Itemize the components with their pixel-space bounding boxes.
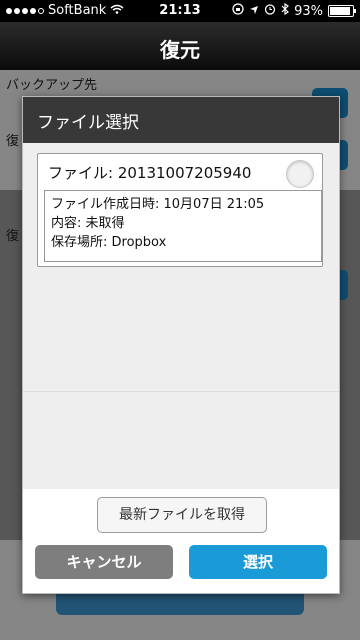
location-arrow-icon	[249, 4, 259, 19]
status-bar: SoftBank 21:13 93%	[0, 0, 360, 22]
file-storage-location: 保存場所: Dropbox	[51, 235, 167, 250]
battery-icon	[328, 5, 356, 17]
navigation-bar: 復元	[0, 22, 360, 70]
bluetooth-icon	[281, 2, 290, 19]
file-list-item[interactable]: ファイル: 20131007205940 ファイル作成日時: 10月07日 21…	[37, 153, 323, 267]
file-select-dialog: ファイル選択 ファイル: 20131007205940 ファイル作成日時: 10…	[22, 96, 340, 594]
select-button[interactable]: 選択	[189, 545, 327, 579]
battery-percent: 93%	[294, 3, 323, 19]
alarm-clock-icon	[264, 3, 276, 19]
status-right: 93%	[232, 2, 356, 19]
dialog-header: ファイル選択	[23, 97, 339, 143]
file-name: ファイル: 20131007205940	[48, 164, 252, 182]
file-details: ファイル作成日時: 10月07日 21:05 内容: 未取得 保存場所: Dro…	[44, 190, 322, 262]
list-divider	[23, 391, 339, 392]
page-title: 復元	[160, 38, 200, 62]
dialog-title: ファイル選択	[37, 112, 139, 133]
cancel-button[interactable]: キャンセル	[35, 545, 173, 579]
file-content-status: 内容: 未取得	[51, 216, 125, 231]
lock-rotation-icon	[232, 3, 244, 19]
file-radio-button[interactable]	[286, 160, 314, 188]
fetch-latest-file-button[interactable]: 最新ファイルを取得	[97, 497, 267, 533]
file-created-date: ファイル作成日時: 10月07日 21:05	[51, 197, 265, 212]
